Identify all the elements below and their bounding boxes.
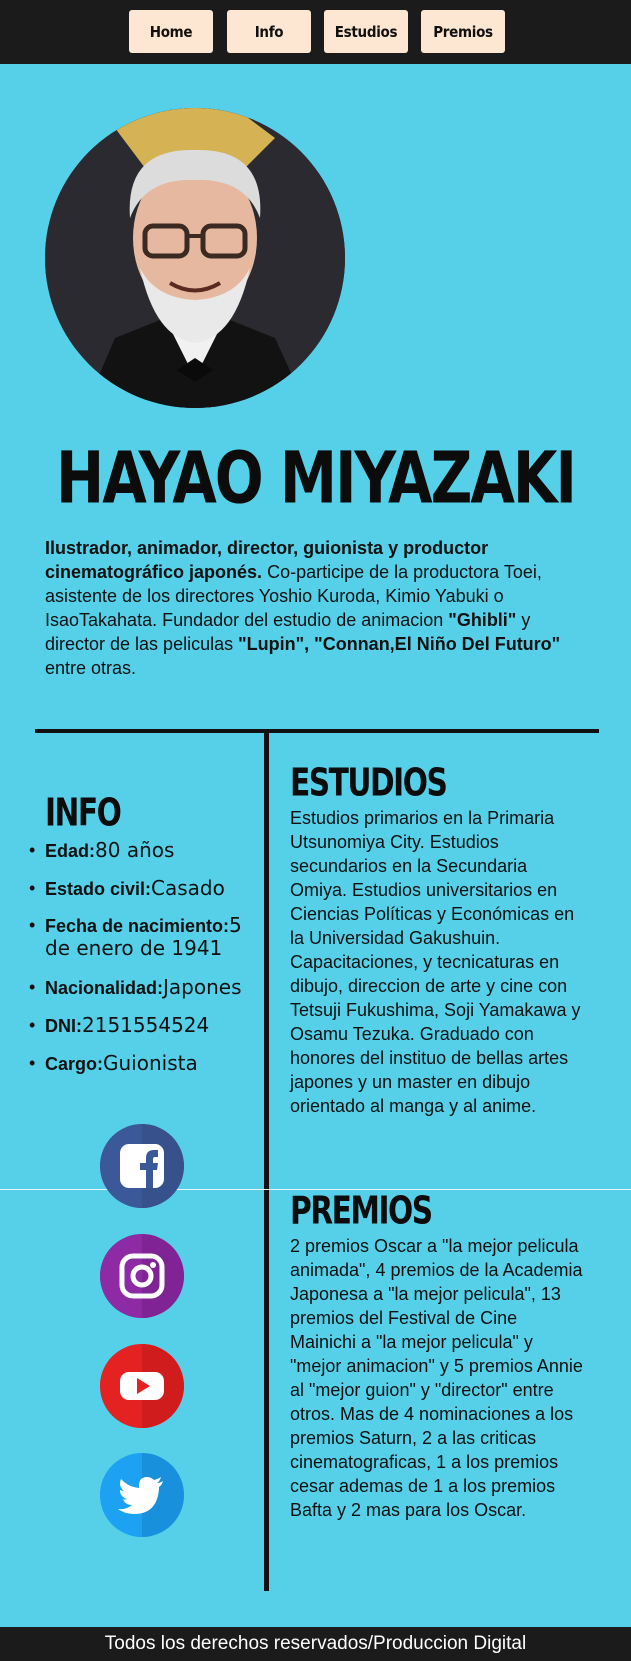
top-nav: Home Info Estudios Premios [0,0,631,64]
info-value: 80 años [95,838,175,862]
info-list: Edad:80 años Estado civil:Casado Fecha d… [28,838,268,1089]
facebook-icon[interactable] [100,1124,184,1208]
info-item-fecha-nacimiento: Fecha de nacimiento:5 de enero de 1941 [28,914,268,962]
portrait-illustration [45,108,345,408]
info-value: Japones [163,975,242,999]
info-key: Cargo: [45,1054,103,1074]
estudios-paragraph: Estudios primarios en la Primaria Utsuno… [290,808,581,1116]
info-item-estado-civil: Estado civil:Casado [28,876,268,901]
page-title: HAYAO MIYAZAKI [56,437,577,521]
info-key: DNI: [45,1016,82,1036]
youtube-icon[interactable] [100,1344,184,1428]
nav-home-button[interactable]: Home [129,10,213,53]
bio-paragraph: Ilustrador, animador, director, guionist… [45,536,590,680]
instagram-icon[interactable] [100,1234,184,1318]
premios-heading: PREMIOS [290,1188,433,1233]
nav-premios-button[interactable]: Premios [421,10,505,53]
info-key: Estado civil: [45,879,152,899]
info-key: Fecha de nacimiento: [45,916,230,936]
info-item-nacionalidad: Nacionalidad:Japones [28,975,268,1000]
nav-estudios-button[interactable]: Estudios [324,10,408,53]
bio-films: "Lupin", "Connan,El Niño Del Futuro" [238,634,561,654]
profile-portrait [45,108,345,408]
premios-paragraph: 2 premios Oscar a "la mejor pelicula ani… [290,1236,583,1520]
bio-ghibli: "Ghibli" [448,610,517,630]
horizontal-divider [35,729,599,733]
bio-text-3: entre otras. [45,658,137,678]
info-item-edad: Edad:80 años [28,838,268,863]
info-item-cargo: Cargo:Guionista [28,1051,268,1076]
nav-info-button[interactable]: Info [227,10,311,53]
footer-text: Todos los derechos reservados/Produccion… [104,1633,527,1654]
info-key: Nacionalidad: [45,978,164,998]
info-value: Casado [151,876,225,900]
info-key: Edad: [45,841,96,861]
info-value: Guionista [103,1051,198,1075]
info-item-dni: DNI:2151554524 [28,1013,268,1038]
estudios-heading: ESTUDIOS [290,760,448,805]
footer: Todos los derechos reservados/Produccion… [0,1627,631,1661]
twitter-icon[interactable] [100,1453,184,1537]
info-value: 2151554524 [82,1013,210,1037]
info-heading: INFO [45,790,122,835]
